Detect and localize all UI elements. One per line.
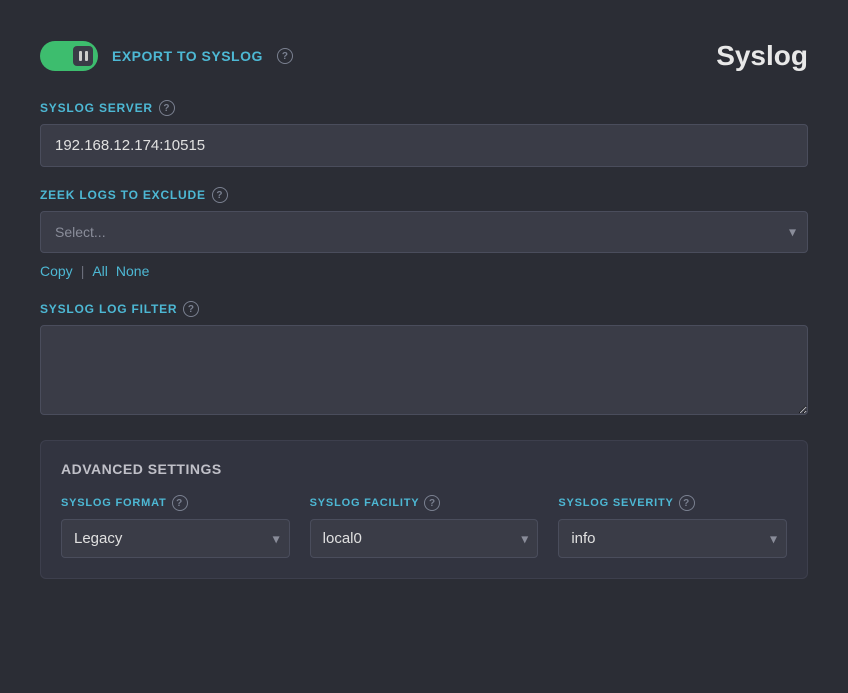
page-title: Syslog <box>716 40 808 72</box>
none-button[interactable]: None <box>116 261 149 281</box>
syslog-severity-col: SYSLOG SEVERITY ? emergency alert critic… <box>558 495 787 558</box>
pause-icon <box>73 46 93 66</box>
all-button[interactable]: All <box>92 261 108 281</box>
syslog-facility-label: SYSLOG FACILITY ? <box>310 495 539 511</box>
advanced-settings-box: ADVANCED SETTINGS SYSLOG FORMAT ? Legacy… <box>40 440 808 579</box>
syslog-filter-help-icon[interactable]: ? <box>183 301 199 317</box>
copy-button[interactable]: Copy <box>40 261 73 281</box>
syslog-filter-label: SYSLOG LOG FILTER ? <box>40 301 808 317</box>
main-container: EXPORT TO SYSLOG ? Syslog SYSLOG SERVER … <box>20 20 828 599</box>
zeek-logs-label: ZEEK LOGS TO EXCLUDE ? <box>40 187 808 203</box>
syslog-facility-help-icon[interactable]: ? <box>424 495 440 511</box>
syslog-server-help-icon[interactable]: ? <box>159 100 175 116</box>
pause-bar-2 <box>85 51 88 61</box>
syslog-server-input[interactable] <box>40 124 808 167</box>
header-left: EXPORT TO SYSLOG ? <box>40 41 293 71</box>
advanced-settings-title: ADVANCED SETTINGS <box>61 461 787 477</box>
zeek-logs-help-icon[interactable]: ? <box>212 187 228 203</box>
header: EXPORT TO SYSLOG ? Syslog <box>40 40 808 72</box>
zeek-logs-section: ZEEK LOGS TO EXCLUDE ? Select... ▾ Copy … <box>40 187 808 281</box>
zeek-logs-select-wrapper: Select... ▾ <box>40 211 808 253</box>
syslog-facility-col: SYSLOG FACILITY ? local0 local1 local2 l… <box>310 495 539 558</box>
export-label: EXPORT TO SYSLOG <box>112 48 263 64</box>
settings-grid: SYSLOG FORMAT ? Legacy RFC 5424 CEF ▾ SY… <box>61 495 787 558</box>
syslog-facility-select-wrapper: local0 local1 local2 local3 local4 local… <box>310 519 539 558</box>
syslog-severity-select-wrapper: emergency alert critical error warning n… <box>558 519 787 558</box>
pause-bar-1 <box>79 51 82 61</box>
export-help-icon[interactable]: ? <box>277 48 293 64</box>
export-toggle[interactable] <box>40 41 98 71</box>
syslog-format-label: SYSLOG FORMAT ? <box>61 495 290 511</box>
copy-separator: | <box>81 263 85 279</box>
syslog-severity-select[interactable]: emergency alert critical error warning n… <box>558 519 787 558</box>
syslog-facility-select[interactable]: local0 local1 local2 local3 local4 local… <box>310 519 539 558</box>
syslog-filter-textarea[interactable] <box>40 325 808 415</box>
syslog-format-help-icon[interactable]: ? <box>172 495 188 511</box>
syslog-severity-help-icon[interactable]: ? <box>679 495 695 511</box>
copy-row: Copy | All None <box>40 261 808 281</box>
syslog-server-label: SYSLOG SERVER ? <box>40 100 808 116</box>
syslog-filter-section: SYSLOG LOG FILTER ? <box>40 301 808 420</box>
syslog-format-select[interactable]: Legacy RFC 5424 CEF <box>61 519 290 558</box>
syslog-format-col: SYSLOG FORMAT ? Legacy RFC 5424 CEF ▾ <box>61 495 290 558</box>
syslog-server-section: SYSLOG SERVER ? <box>40 100 808 167</box>
syslog-severity-label: SYSLOG SEVERITY ? <box>558 495 787 511</box>
syslog-format-select-wrapper: Legacy RFC 5424 CEF ▾ <box>61 519 290 558</box>
zeek-logs-select[interactable]: Select... <box>40 211 808 253</box>
